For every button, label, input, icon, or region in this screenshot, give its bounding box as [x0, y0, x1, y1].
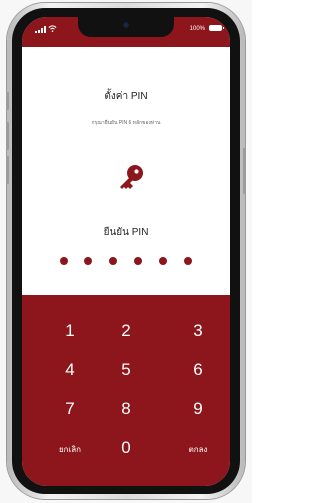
key-8[interactable]: 8: [116, 399, 136, 419]
status-bar: 100%: [22, 17, 230, 47]
battery-percentage: 100%: [189, 26, 205, 32]
key-4[interactable]: 4: [60, 360, 80, 380]
key-1[interactable]: 1: [60, 321, 80, 341]
left-volume-button-top: [6, 92, 9, 110]
right-power-button: [243, 148, 246, 194]
pin-dot: [84, 257, 92, 265]
page-title: ตั้งค่า PIN: [104, 91, 148, 102]
pin-dots: [22, 257, 230, 265]
key-9[interactable]: 9: [188, 399, 208, 419]
pin-dot: [109, 257, 117, 265]
signal-icon: [35, 26, 46, 33]
key-icon: [120, 165, 143, 189]
wifi-icon: [48, 25, 57, 33]
phone-screen: 100% ตั้งค่า PIN กรุณายืนยัน PIN 6 หลักข…: [22, 17, 230, 486]
pin-content: ตั้งค่า PIN กรุณายืนยัน PIN 6 หลักของท่า…: [22, 47, 230, 295]
cancel-button[interactable]: ยกเลิก: [51, 445, 89, 455]
key-5[interactable]: 5: [116, 360, 136, 380]
key-6[interactable]: 6: [188, 360, 208, 380]
key-3[interactable]: 3: [188, 321, 208, 341]
confirm-pin-label: ยืนยัน PIN: [103, 227, 149, 238]
key-0[interactable]: 0: [116, 438, 136, 458]
camera-icon: [124, 23, 128, 27]
left-volume-button-bottom: [6, 156, 9, 184]
left-volume-button-middle: [6, 122, 9, 150]
key-2[interactable]: 2: [116, 321, 136, 341]
battery-icon: [209, 25, 224, 31]
pin-instruction: กรุณายืนยัน PIN 6 หลักของท่าน: [91, 120, 161, 126]
ok-button[interactable]: ตกลง: [180, 445, 216, 455]
numeric-keypad: 1 2 3 4 5 6 7 8 9 ยกเลิก 0 ตกลง: [22, 295, 230, 486]
pin-dot: [60, 257, 68, 265]
screenshot-stage: 100% ตั้งค่า PIN กรุณายืนยัน PIN 6 หลักข…: [0, 0, 252, 503]
notch: [78, 17, 174, 37]
key-7[interactable]: 7: [60, 399, 80, 419]
pin-dot: [184, 257, 192, 265]
pin-dot: [159, 257, 167, 265]
pin-dot: [134, 257, 142, 265]
